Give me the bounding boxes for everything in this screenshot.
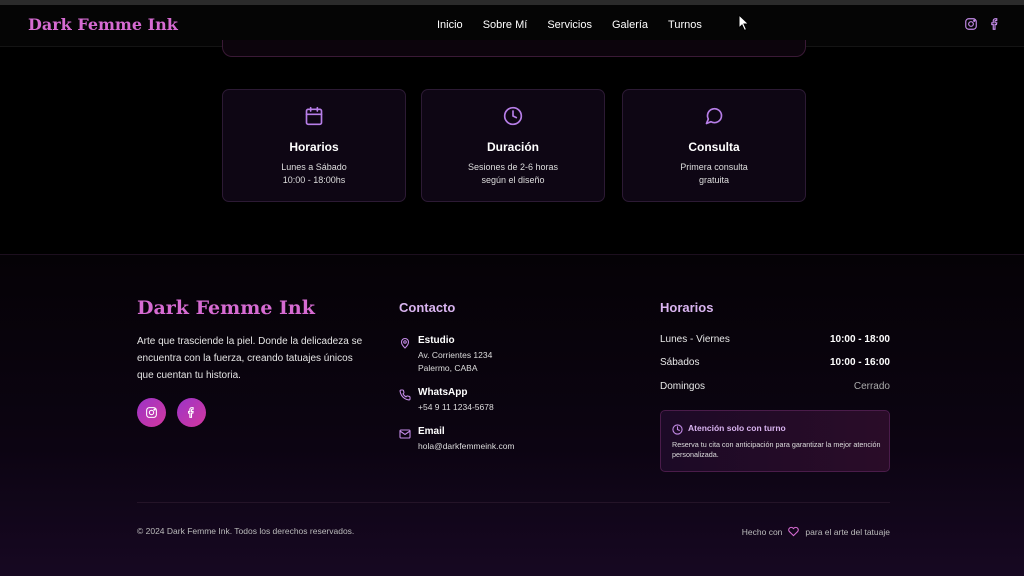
hours-day: Sábados: [660, 357, 700, 368]
mouse-cursor-icon: [738, 13, 750, 32]
hours-row: Domingos Cerrado: [660, 381, 890, 395]
nav-social-links: [964, 17, 1002, 31]
whatsapp-number[interactable]: +54 9 11 1234-5678: [418, 401, 494, 414]
info-card-line: Lunes a Sábado: [281, 162, 347, 172]
contact-label: Email: [418, 426, 445, 437]
instagram-icon: [145, 406, 158, 419]
info-card-duracion: Duración Sesiones de 2-6 horas según el …: [421, 89, 605, 202]
email-address[interactable]: hola@darkfemmeink.com: [418, 440, 515, 453]
phone-icon: [399, 388, 411, 401]
info-card-title: Consulta: [688, 140, 740, 154]
info-card-consulta: Consulta Primera consulta gratuita: [622, 89, 806, 202]
info-card-line: 10:00 - 18:00hs: [282, 175, 346, 185]
copyright-text: © 2024 Dark Femme Ink. Todos los derecho…: [137, 526, 355, 536]
nav-links: Inicio Sobre Mí Servicios Galería Turnos: [437, 19, 702, 31]
info-card-horarios: Horarios Lunes a Sábado 10:00 - 18:00hs: [222, 89, 406, 202]
info-card-line: gratuita: [698, 175, 730, 185]
made-with-text: Hecho con para el arte del tatuaje: [742, 526, 890, 537]
made-with-suffix: para el arte del tatuaje: [805, 526, 890, 537]
hours-time: 10:00 - 18:00: [829, 334, 890, 345]
nav-link-turnos[interactable]: Turnos: [668, 19, 702, 31]
nav-link-inicio[interactable]: Inicio: [437, 19, 463, 31]
info-card-text: Sesiones de 2-6 horas según el diseño: [422, 161, 604, 187]
hours-row: Lunes - Viernes 10:00 - 18:00: [660, 334, 890, 348]
hours-day: Domingos: [660, 381, 706, 392]
made-with-prefix: Hecho con: [741, 526, 783, 537]
facebook-icon: [185, 406, 198, 419]
contact-label: WhatsApp: [418, 387, 468, 398]
facebook-icon[interactable]: [988, 17, 1002, 31]
hours-day: Lunes - Viernes: [660, 334, 730, 345]
clock-icon: [503, 106, 523, 126]
instagram-icon[interactable]: [964, 17, 978, 31]
contact-label: Estudio: [418, 335, 455, 346]
hours-time: Cerrado: [853, 381, 890, 392]
contact-address: Av. Corrientes 1234 Palermo, CABA: [418, 349, 492, 375]
notice-body: Reserva tu cita con anticipación para ga…: [672, 440, 881, 459]
info-card-text: Lunes a Sábado 10:00 - 18:00hs: [223, 161, 405, 187]
footer-facebook-button[interactable]: [177, 398, 206, 427]
appointment-notice: Atención solo con turno Reserva tu cita …: [660, 410, 890, 472]
info-card-line: Primera consulta: [680, 162, 748, 172]
footer-description: Arte que trasciende la piel. Donde la de…: [137, 336, 363, 381]
info-card-line: Sesiones de 2-6 horas: [467, 162, 559, 172]
info-card-line: según el diseño: [481, 175, 545, 185]
contact-title: Contacto: [399, 300, 456, 315]
footer-brand: Dark Femme Ink: [137, 297, 315, 319]
map-pin-icon: [399, 336, 411, 349]
clock-icon: [672, 422, 683, 435]
notice-title: Atención solo con turno: [688, 423, 786, 433]
footer-instagram-button[interactable]: [137, 398, 166, 427]
info-card-title: Duración: [486, 140, 539, 154]
nav-brand-logo[interactable]: Dark Femme Ink: [28, 15, 178, 34]
nav-link-servicios[interactable]: Servicios: [547, 19, 592, 31]
address-line: Av. Corrientes 1234: [418, 350, 493, 360]
footer: Dark Femme Ink Arte que trasciende la pi…: [0, 254, 1024, 576]
heart-icon: [788, 526, 800, 537]
nav-link-galeria[interactable]: Galería: [612, 19, 648, 31]
footer-divider: [137, 502, 890, 503]
info-card-title: Horarios: [289, 140, 339, 154]
hours-time: 10:00 - 16:00: [829, 357, 890, 368]
info-card-text: Primera consulta gratuita: [623, 161, 805, 187]
previous-section-card: [222, 40, 806, 57]
address-line: Palermo, CABA: [418, 363, 478, 373]
chat-bubble-icon: [704, 106, 724, 126]
calendar-icon: [304, 106, 324, 126]
mail-icon: [399, 427, 411, 439]
hours-title: Horarios: [660, 300, 714, 315]
nav-link-sobre-mi[interactable]: Sobre Mí: [483, 19, 528, 31]
hours-row: Sábados 10:00 - 16:00: [660, 357, 890, 371]
